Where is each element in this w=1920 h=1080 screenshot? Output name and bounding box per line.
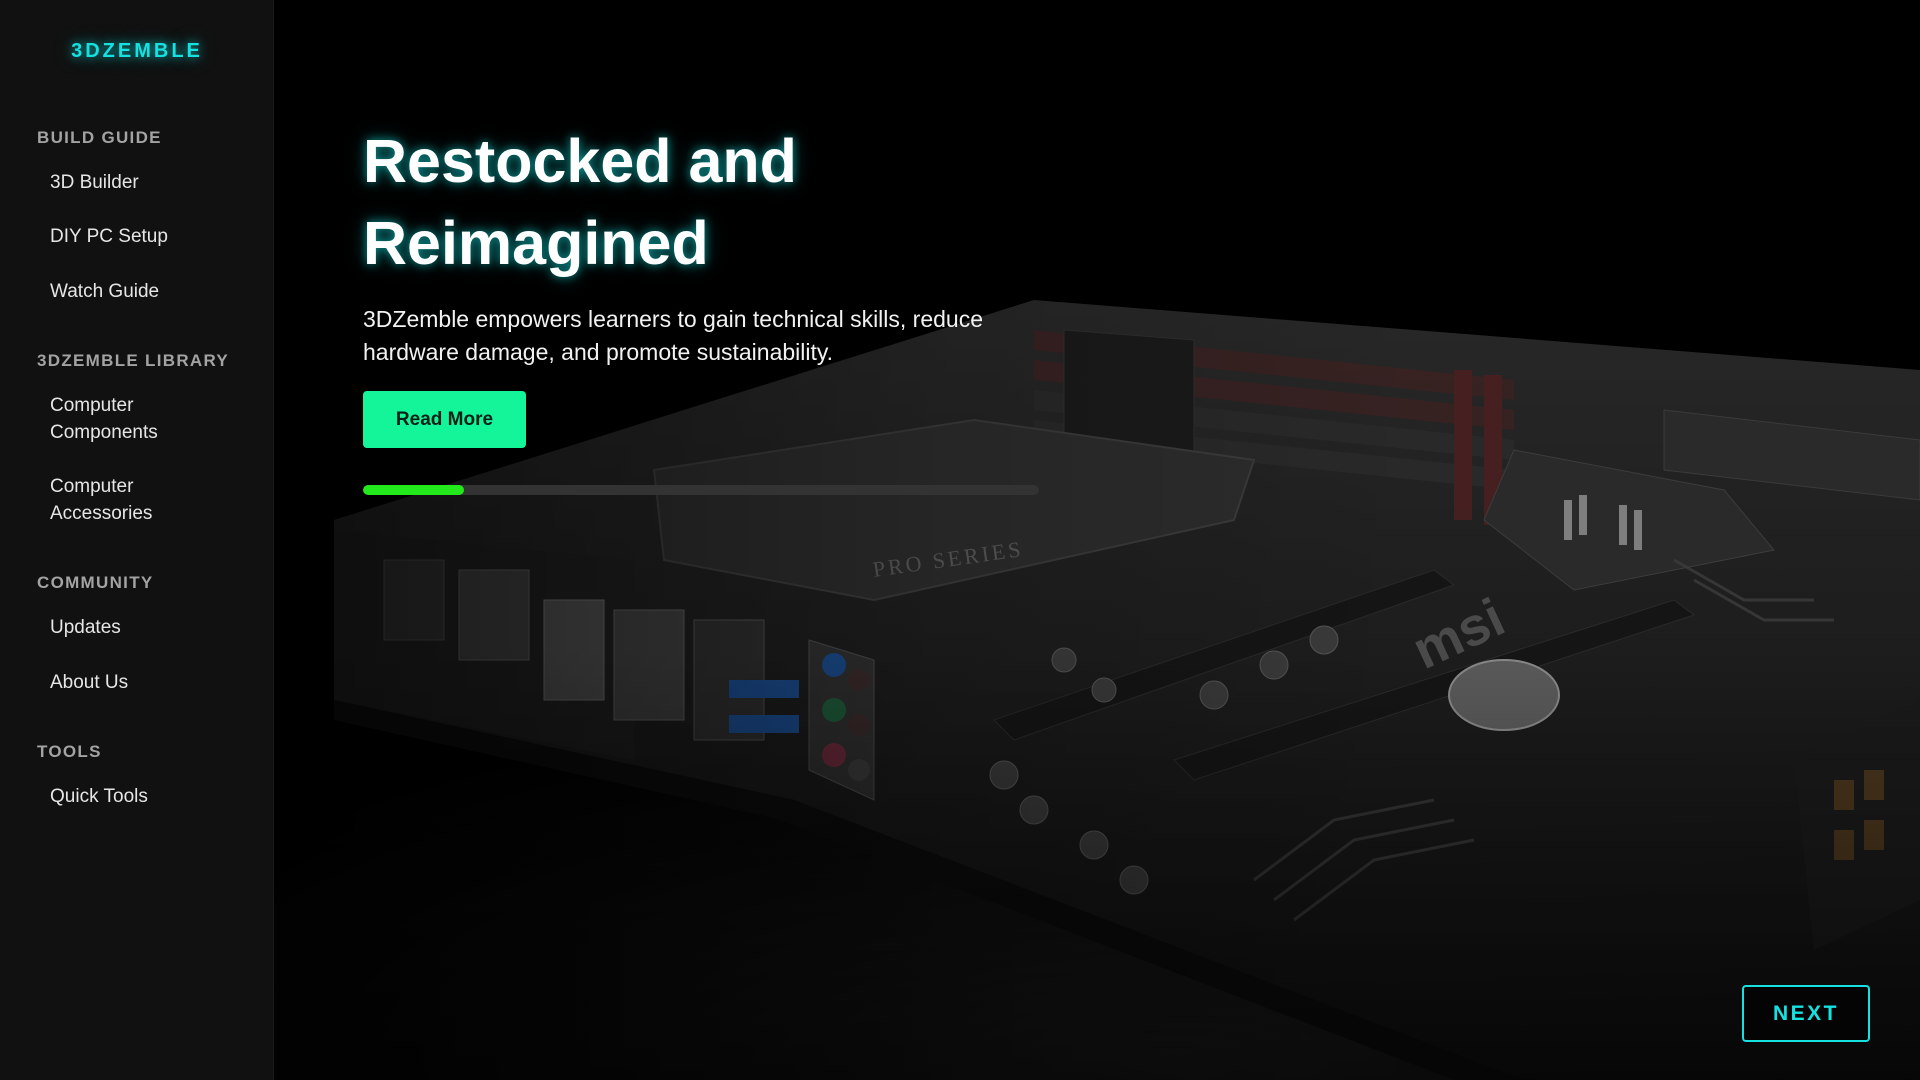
sidebar: 3DZEMBLE BUILD GUIDE 3D Builder DIY PC S… [0, 0, 274, 1080]
hero-description: 3DZemble empowers learners to gain techn… [363, 306, 984, 365]
section-heading-tools: TOOLS [37, 742, 102, 761]
sidebar-item-updates[interactable]: Updates [50, 614, 260, 641]
nav-section-tools: TOOLS [0, 742, 274, 762]
sidebar-item-3d-builder[interactable]: 3D Builder [50, 169, 260, 196]
section-heading-community: COMMUNITY [37, 573, 154, 592]
slide-progress-fill [363, 485, 465, 495]
nav-section-library: 3DZEMBLE LIBRARY [0, 351, 274, 371]
sidebar-item-watch-guide[interactable]: Watch Guide [50, 278, 260, 305]
section-heading-build-guide: BUILD GUIDE [37, 128, 162, 147]
hero-title: Restocked and Reimagined [363, 127, 797, 277]
nav-section-community: COMMUNITY [0, 573, 274, 593]
sidebar-item-quick-tools[interactable]: Quick Tools [50, 783, 260, 810]
read-more-button[interactable]: Read More [363, 391, 526, 448]
section-heading-library: 3DZEMBLE LIBRARY [37, 351, 230, 370]
slide-progress-bar [363, 485, 1039, 495]
next-button[interactable]: NEXT [1742, 985, 1870, 1042]
sidebar-item-computer-accessories[interactable]: Computer Accessories [50, 473, 220, 527]
sidebar-item-computer-components[interactable]: Computer Components [50, 392, 220, 446]
sidebar-item-diy-pc-setup[interactable]: DIY PC Setup [50, 223, 260, 250]
app-root: 3DZEMBLE BUILD GUIDE 3D Builder DIY PC S… [0, 0, 1920, 1080]
nav-section-build-guide: BUILD GUIDE [0, 128, 274, 148]
brand-logo[interactable]: 3DZEMBLE [0, 40, 274, 63]
hero-section: PRO SERIES msi Restocked and Reimagined … [274, 0, 1920, 1080]
sidebar-item-about-us[interactable]: About Us [50, 669, 260, 696]
